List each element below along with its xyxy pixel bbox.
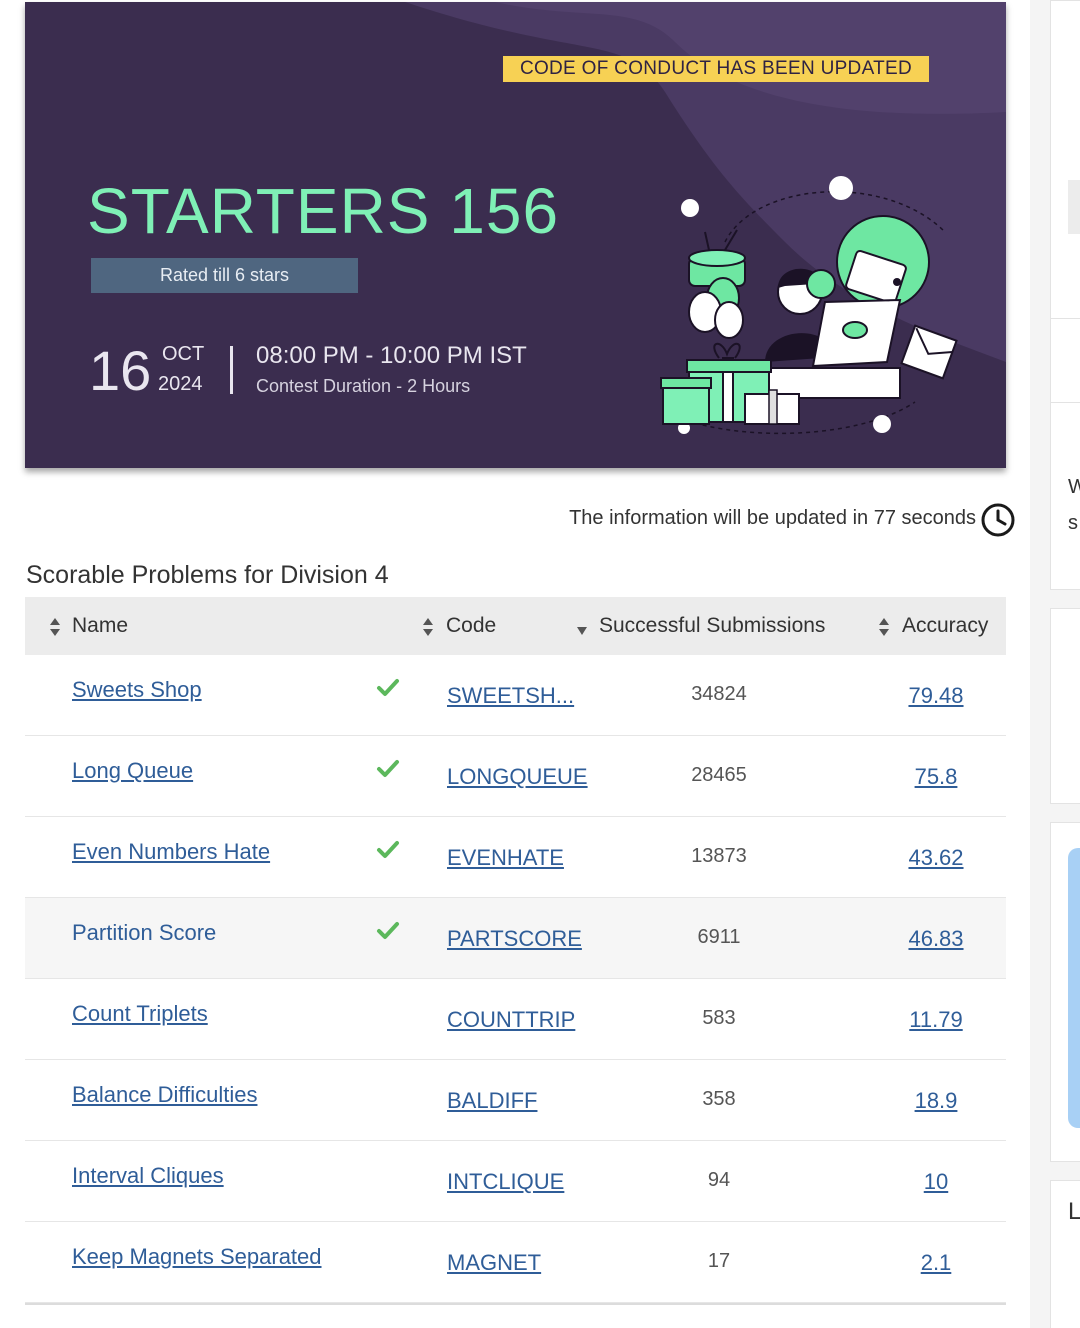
- header-code[interactable]: Code: [446, 597, 496, 655]
- update-notice: The information will be updated in 77 se…: [569, 507, 976, 529]
- problem-name-link[interactable]: Interval Cliques: [72, 1163, 224, 1189]
- coder-illustration: [660, 176, 958, 435]
- accuracy-link[interactable]: 46.83: [885, 926, 987, 952]
- sort-both-icon[interactable]: [422, 617, 434, 637]
- date-divider: [230, 346, 233, 394]
- table-row: Partition Score PARTSCORE 6911 46.83: [25, 898, 1006, 979]
- problems-table: Name Code Successful Submissions Accurac…: [25, 597, 1006, 1305]
- problem-code-link[interactable]: BALDIFF: [447, 1088, 537, 1114]
- sidebar-card: [1050, 0, 1080, 590]
- problem-name-link[interactable]: Partition Score: [72, 920, 216, 946]
- solved-check-icon: [377, 760, 399, 777]
- contest-banner: CODE OF CONDUCT HAS BEEN UPDATED STARTER…: [25, 2, 1006, 468]
- problem-code-link[interactable]: PARTSCORE: [447, 926, 582, 952]
- header-accuracy[interactable]: Accuracy: [902, 597, 988, 655]
- contest-time: 08:00 PM - 10:00 PM IST: [256, 342, 527, 369]
- problem-name-link[interactable]: Keep Magnets Separated: [72, 1244, 322, 1270]
- problem-name-link[interactable]: Sweets Shop: [72, 677, 202, 703]
- table-row: Long Queue LONGQUEUE 28465 75.8: [25, 736, 1006, 817]
- problem-code-link[interactable]: COUNTTRIP: [447, 1007, 575, 1033]
- problem-name-link[interactable]: Count Triplets: [72, 1001, 208, 1027]
- table-row: Even Numbers Hate EVENHATE 13873 43.62: [25, 817, 1006, 898]
- sidebar-partial-text: W: [1068, 476, 1080, 498]
- accuracy-link[interactable]: 79.48: [885, 683, 987, 709]
- sort-both-icon[interactable]: [49, 617, 61, 637]
- accuracy-link[interactable]: 2.1: [885, 1250, 987, 1276]
- table-row: Interval Cliques INTCLIQUE 94 10: [25, 1141, 1006, 1222]
- successful-submissions: 34824: [691, 683, 747, 705]
- accuracy-link[interactable]: 11.79: [885, 1007, 987, 1033]
- successful-submissions: 28465: [691, 764, 747, 786]
- table-row: Keep Magnets Separated MAGNET 17 2.1: [25, 1222, 1006, 1303]
- successful-submissions: 583: [702, 1007, 736, 1029]
- accuracy-link[interactable]: 10: [885, 1169, 987, 1195]
- solved-check-icon: [377, 922, 399, 939]
- table-row: Balance Difficulties BALDIFF 358 18.9: [25, 1060, 1006, 1141]
- section-title: Scorable Problems for Division 4: [26, 561, 389, 589]
- header-submissions[interactable]: Successful Submissions: [599, 597, 825, 655]
- clock-icon: [981, 503, 1015, 537]
- problem-code-link[interactable]: EVENHATE: [447, 845, 564, 871]
- problem-code-link[interactable]: SWEETSH...: [447, 683, 574, 709]
- sidebar-partial-text: s: [1068, 512, 1078, 534]
- sidebar-partial-text: L: [1068, 1198, 1080, 1225]
- accuracy-link[interactable]: 75.8: [885, 764, 987, 790]
- successful-submissions: 6911: [697, 926, 741, 948]
- sidebar-stub: [1068, 180, 1080, 234]
- header-name[interactable]: Name: [72, 597, 128, 655]
- problem-name-link[interactable]: Balance Difficulties: [72, 1082, 257, 1108]
- solved-check-icon: [377, 841, 399, 858]
- successful-submissions: 13873: [691, 845, 747, 867]
- successful-submissions: 17: [707, 1250, 731, 1272]
- successful-submissions: 94: [707, 1169, 731, 1191]
- accuracy-link[interactable]: 18.9: [885, 1088, 987, 1114]
- sidebar-divider: [1050, 402, 1080, 403]
- right-sidebar: W s L: [1030, 0, 1080, 1328]
- contest-title: STARTERS 156: [87, 175, 560, 247]
- solved-check-icon: [377, 679, 399, 696]
- accuracy-link[interactable]: 43.62: [885, 845, 987, 871]
- contest-month: OCT: [162, 343, 205, 365]
- code-of-conduct-notice[interactable]: CODE OF CONDUCT HAS BEEN UPDATED: [503, 56, 929, 82]
- main-column: CODE OF CONDUCT HAS BEEN UPDATED STARTER…: [0, 0, 1030, 1328]
- problem-code-link[interactable]: LONGQUEUE: [447, 764, 588, 790]
- problem-name-link[interactable]: Even Numbers Hate: [72, 839, 270, 865]
- table-row: Count Triplets COUNTTRIP 583 11.79: [25, 979, 1006, 1060]
- rated-badge: Rated till 6 stars: [91, 258, 358, 293]
- contest-day: 16: [89, 339, 152, 402]
- sidebar-blue-panel[interactable]: [1068, 848, 1080, 1128]
- sidebar-divider: [1050, 318, 1080, 319]
- table-row: Sweets Shop SWEETSH... 34824 79.48: [25, 655, 1006, 736]
- problem-code-link[interactable]: INTCLIQUE: [447, 1169, 564, 1195]
- sort-desc-icon[interactable]: [576, 625, 588, 637]
- successful-submissions: 358: [702, 1088, 736, 1110]
- table-bottom-border: [25, 1303, 1006, 1305]
- contest-duration: Contest Duration - 2 Hours: [256, 376, 471, 396]
- sidebar-card: [1050, 608, 1080, 804]
- problem-name-link[interactable]: Long Queue: [72, 758, 193, 784]
- problem-code-link[interactable]: MAGNET: [447, 1250, 541, 1276]
- contest-year: 2024: [158, 373, 203, 395]
- table-header: Name Code Successful Submissions Accurac…: [25, 597, 1006, 655]
- sort-both-icon[interactable]: [878, 617, 890, 637]
